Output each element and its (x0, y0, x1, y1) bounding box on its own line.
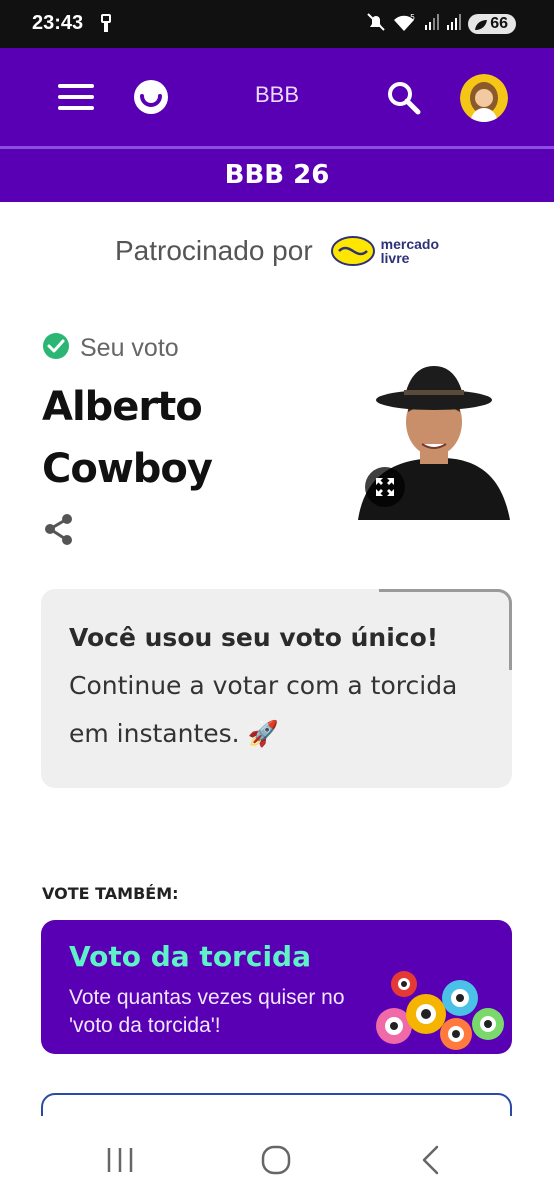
usb-icon (100, 14, 112, 38)
torcida-description: Vote quantas vezes quiser no 'voto da to… (69, 986, 345, 1037)
mute-icon (366, 12, 386, 36)
info-body: Continue a votar com a torcida em instan… (69, 671, 458, 748)
status-time: 23:43 (32, 12, 84, 34)
home-icon[interactable] (256, 1140, 296, 1180)
program-title: BBB 26 (0, 149, 554, 202)
battery-saver-icon (474, 18, 488, 36)
status-bar: 23:43 5 66 (0, 0, 554, 48)
battery-level: 66 (490, 15, 508, 32)
user-avatar-icon[interactable] (460, 74, 508, 122)
torcida-title: Voto da torcida (69, 940, 311, 973)
signal-icon (446, 13, 462, 35)
wifi-5g-icon: 5 (392, 12, 418, 36)
vote-also-heading: VOTE TAMBÉM: (42, 884, 179, 903)
mercado-livre-logo[interactable]: mercado livre (330, 236, 440, 266)
card-accent-border (379, 589, 512, 670)
svg-text:5: 5 (410, 13, 415, 22)
check-circle-icon (42, 332, 70, 364)
vote-status-label: Seu voto (80, 333, 179, 362)
candidate-name: Alberto Cowboy (42, 384, 213, 492)
torcida-vote-card[interactable]: Voto da torcida Vote quantas vezes quise… (41, 920, 512, 1054)
app-header: BBB (0, 48, 554, 146)
share-icon[interactable] (42, 512, 76, 546)
expand-icon[interactable] (365, 467, 405, 507)
bbb-eyes-illustration (364, 962, 512, 1054)
handshake-logo-icon (330, 236, 375, 266)
back-icon[interactable] (412, 1140, 452, 1180)
brand-line-2: livre (380, 250, 410, 266)
brand-line-1: mercado (380, 236, 440, 252)
status-icons: 5 66 (366, 12, 516, 36)
vote-status: Seu voto (42, 332, 179, 364)
vote-info-card: Você usou seu voto único! Continue a vot… (41, 589, 512, 788)
battery-indicator: 66 (468, 14, 516, 34)
sponsor-banner: Patrocinado por mercado livre (0, 226, 554, 276)
system-nav-bar (0, 1116, 554, 1200)
sponsor-label: Patrocinado por (114, 235, 313, 266)
recent-apps-icon[interactable] (100, 1140, 140, 1180)
search-icon[interactable] (386, 80, 422, 116)
signal-icon (424, 13, 440, 35)
